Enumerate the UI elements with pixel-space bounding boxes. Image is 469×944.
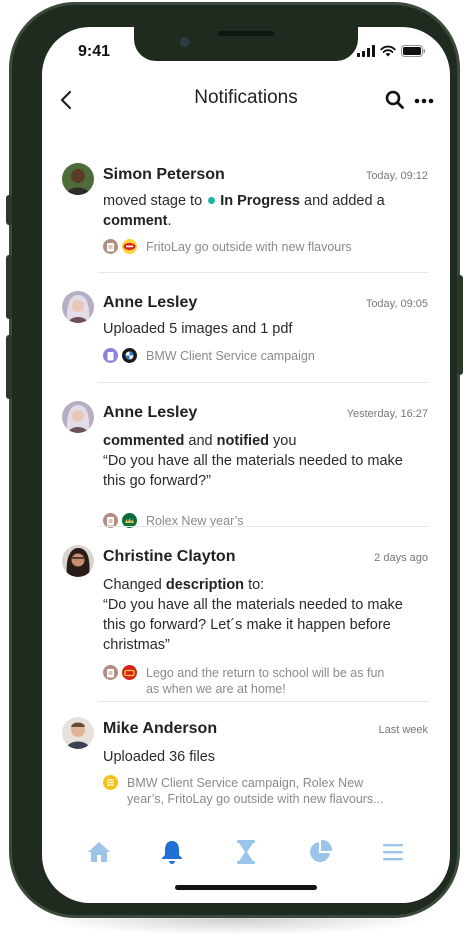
bell-icon: [162, 841, 183, 864]
divider: [98, 272, 428, 273]
message-text: Uploaded 5 images and 1 pdf: [103, 321, 293, 337]
notification-message: Uploaded 36 files: [103, 747, 423, 767]
tab-notifications[interactable]: [157, 837, 187, 867]
notification-time: 2 days ago: [374, 552, 428, 564]
message-highlight: commented: [103, 433, 185, 449]
battery-icon: [401, 45, 426, 57]
notification-author: Anne Lesley: [103, 404, 198, 421]
fritolay-logo-icon: [122, 239, 137, 254]
menu-icon: [383, 844, 404, 861]
camera-icon: [180, 37, 190, 47]
more-icon: [414, 98, 434, 104]
avatar-image: [62, 717, 94, 749]
message-text: Changed: [103, 577, 162, 593]
message-text: and added a: [304, 193, 385, 209]
avatar-image: [62, 163, 94, 195]
divider: [98, 526, 428, 527]
project-name: BMW Client Service campaign: [146, 349, 315, 363]
volume-up-button: [6, 255, 12, 319]
notification-author: Anne Lesley: [103, 294, 198, 311]
message-highlight: notified: [216, 433, 270, 449]
clipboard-icon: [103, 239, 118, 254]
notification-time: Yesterday, 16:27: [346, 408, 428, 420]
avatar-image: [62, 545, 94, 577]
home-indicator[interactable]: [175, 885, 317, 890]
avatar: [62, 545, 94, 577]
notification-message: commented and notified you “Do you have …: [103, 431, 423, 491]
notification-item[interactable]: Christine Clayton 2 days ago Changed des…: [62, 545, 428, 697]
tab-bar: [42, 829, 450, 875]
project-name: Lego and the return to school will be as…: [146, 666, 385, 696]
stage-dot-icon: [208, 197, 216, 205]
message-highlight: description: [165, 577, 245, 593]
message-text: moved stage to: [103, 193, 203, 209]
signal-icon: [357, 45, 375, 57]
avatar: [62, 163, 94, 195]
speaker-grille: [218, 31, 274, 36]
status-icons: [357, 45, 426, 57]
clipboard-icon: [103, 665, 118, 680]
message-text: to:: [248, 577, 265, 593]
volume-down-button: [6, 335, 12, 399]
phone-frame: 9:41 Notifications Simon Peterson Today,…: [6, 2, 463, 918]
notification-item[interactable]: Anne Lesley Yesterday, 16:27 commented a…: [62, 401, 428, 528]
tab-menu[interactable]: [378, 837, 408, 867]
notification-message: Uploaded 5 images and 1 pdf: [103, 319, 423, 339]
notification-item[interactable]: Anne Lesley Today, 09:05 Uploaded 5 imag…: [62, 291, 428, 381]
notification-time: Last week: [378, 724, 428, 736]
list-icon: [103, 775, 118, 790]
tab-timeline[interactable]: [231, 837, 261, 867]
notch: [134, 27, 358, 61]
message-highlight: comment: [103, 213, 168, 229]
notification-author: Christine Clayton: [103, 548, 236, 565]
divider: [98, 382, 428, 383]
avatar: [62, 401, 94, 433]
notification-project: BMW Client Service campaign, Rolex New y…: [103, 775, 397, 807]
avatar-image: [62, 401, 94, 433]
notification-message: Changed description to: “Do you have all…: [103, 575, 423, 655]
notification-message: moved stage to In Progress and added a c…: [103, 191, 423, 231]
message-text: and: [188, 433, 213, 449]
header: Notifications: [42, 79, 450, 123]
bmw-logo-icon: [122, 348, 137, 363]
avatar-image: [62, 291, 94, 323]
message-text: .: [167, 213, 172, 229]
notification-time: Today, 09:05: [365, 298, 428, 310]
quoted-comment: “Do you have all the materials needed to…: [103, 453, 403, 489]
wifi-icon: [380, 45, 396, 57]
project-name: FritoLay go outside with new flavours: [146, 240, 352, 254]
tab-reports[interactable]: [305, 837, 335, 867]
mute-switch: [6, 195, 12, 225]
message-text: you: [273, 433, 297, 449]
quoted-comment: “Do you have all the materials needed to…: [103, 597, 403, 653]
notification-author: Simon Peterson: [103, 166, 225, 183]
status-time: 9:41: [78, 43, 111, 60]
stage-label: In Progress: [220, 193, 300, 209]
notification-item[interactable]: Mike Anderson Last week Uploaded 36 file…: [62, 717, 428, 827]
message-text: Uploaded 36 files: [103, 749, 216, 765]
search-icon: [385, 90, 404, 109]
notification-author: Mike Anderson: [103, 720, 218, 737]
divider: [98, 701, 428, 702]
notification-project: BMW Client Service campaign: [103, 348, 315, 364]
more-options-button[interactable]: [412, 89, 436, 111]
notification-project: FritoLay go outside with new flavours: [103, 239, 352, 255]
power-button: [457, 275, 463, 375]
home-icon: [87, 842, 110, 862]
notification-time: Today, 09:12: [365, 170, 428, 182]
notification-project: Lego and the return to school will be as…: [103, 665, 396, 697]
hourglass-icon: [236, 840, 255, 864]
pie-chart-icon: [309, 839, 332, 862]
search-button[interactable]: [384, 89, 406, 111]
document-icon: [103, 348, 118, 363]
avatar: [62, 717, 94, 749]
project-name: BMW Client Service campaign, Rolex New y…: [127, 776, 384, 806]
phone-screen: 9:41 Notifications Simon Peterson Today,…: [42, 27, 450, 903]
notification-item[interactable]: Simon Peterson Today, 09:12 moved stage …: [62, 163, 428, 263]
avatar: [62, 291, 94, 323]
tab-home[interactable]: [84, 837, 114, 867]
lego-logo-icon: [122, 665, 137, 680]
